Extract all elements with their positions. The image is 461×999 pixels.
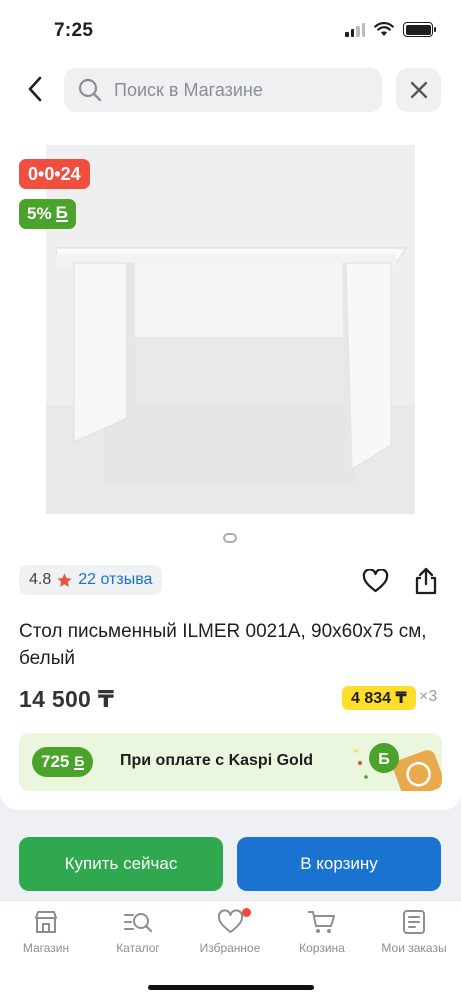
tab-cart[interactable]: Корзина <box>276 909 368 955</box>
wifi-icon <box>374 22 394 36</box>
tab-label: Корзина <box>299 941 345 955</box>
close-icon <box>410 81 427 99</box>
catalog-icon <box>124 913 153 933</box>
add-to-cart-button[interactable]: В корзину <box>237 837 441 891</box>
close-button[interactable] <box>396 68 441 112</box>
buy-now-button[interactable]: Купить сейчас <box>19 837 223 891</box>
tab-label: Магазин <box>22 941 70 955</box>
image-pager-indicator <box>223 533 237 543</box>
installment-badge: 4 834 ₸ <box>342 686 416 710</box>
bonus-currency-icon: Б <box>74 753 85 770</box>
tab-orders[interactable]: Мои заказы <box>368 909 460 955</box>
search-input[interactable]: Поиск в Магазине <box>64 68 382 112</box>
kaspi-gold-card-icon: Б <box>354 743 442 791</box>
search-icon <box>78 78 102 102</box>
status-time: 7:25 <box>54 20 94 41</box>
tab-catalog[interactable]: Каталог <box>92 909 184 955</box>
product-page: 7:25 Поиск в Магазине 0•0•24 5% Б 4.8 22… <box>0 0 461 810</box>
tab-label: Каталог <box>116 941 160 955</box>
favorite-button[interactable] <box>362 568 389 598</box>
signal-icon <box>345 22 365 37</box>
bonus-badge: 5% Б <box>19 199 76 229</box>
orders-icon <box>403 910 425 934</box>
status-icons <box>345 22 436 37</box>
gold-bonus-pill: 725 Б <box>32 747 94 777</box>
product-image[interactable] <box>46 145 415 514</box>
rating-value: 4.8 <box>29 571 52 588</box>
tab-label: Мои заказы <box>381 941 447 955</box>
svg-text:Б: Б <box>378 751 390 768</box>
heart-icon <box>362 568 389 593</box>
desk-illustration <box>46 145 415 514</box>
shop-icon <box>35 911 57 933</box>
search-placeholder: Поиск в Магазине <box>114 79 263 100</box>
share-icon <box>415 567 437 595</box>
tab-label: Избранное <box>199 941 261 955</box>
product-title: Стол письменный ILMER 0021A, 90x60x75 см… <box>19 621 427 669</box>
product-price: 14 500 ₸ <box>19 686 115 712</box>
tab-favorites[interactable]: Избранное <box>184 908 276 955</box>
star-icon <box>57 572 72 587</box>
chevron-left-icon <box>28 76 42 102</box>
tab-shop[interactable]: Магазин <box>0 909 92 955</box>
installment-months: ×3 <box>419 688 438 705</box>
reviews-link[interactable]: 22 отзыва <box>78 571 152 589</box>
heart-icon <box>217 909 243 933</box>
back-button[interactable] <box>18 72 52 106</box>
bonus-percent: 5% <box>27 204 52 223</box>
cart-icon <box>308 911 335 933</box>
gold-bonus-value: 725 <box>41 752 70 771</box>
share-button[interactable] <box>413 567 439 600</box>
promo-timer-badge: 0•0•24 <box>19 159 90 189</box>
home-indicator <box>148 985 314 990</box>
bonus-currency-icon: Б <box>55 203 68 222</box>
kaspi-gold-banner[interactable]: 725 Б При оплате с Kaspi Gold Б <box>19 733 442 791</box>
kaspi-gold-text: При оплате с Kaspi Gold <box>120 752 314 769</box>
rating-chip[interactable]: 4.8 22 отзыва <box>19 565 163 595</box>
battery-icon <box>403 22 436 37</box>
notification-dot <box>242 908 251 917</box>
